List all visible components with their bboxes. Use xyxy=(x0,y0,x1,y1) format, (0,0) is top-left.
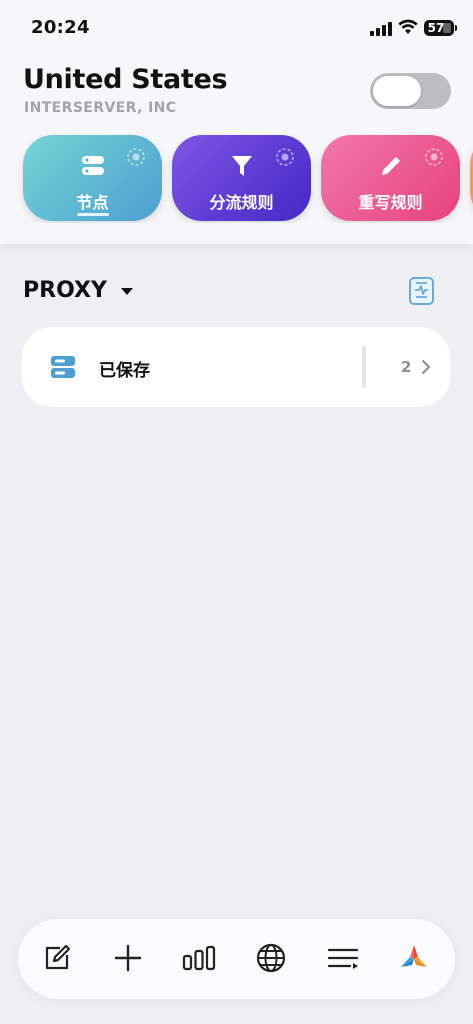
tab-label: 分流规则 xyxy=(209,193,274,212)
wifi-icon xyxy=(398,19,418,34)
tab-label: 节点 xyxy=(76,193,109,212)
app-logo-icon xyxy=(401,945,427,967)
status-dot-icon xyxy=(276,148,294,166)
globe-icon xyxy=(256,943,286,973)
add-button[interactable] xyxy=(111,941,145,975)
status-bar: 20:24 57 xyxy=(0,0,473,56)
battery-level: 57 xyxy=(427,21,445,35)
pencil-icon xyxy=(382,157,400,175)
tab-rewrite-rules[interactable]: 重写规则 xyxy=(321,135,460,221)
saved-list-item[interactable]: 已保存 2 xyxy=(22,327,450,407)
battery-icon: 57 xyxy=(424,20,454,36)
stats-icon xyxy=(182,945,216,971)
stats-button[interactable] xyxy=(182,941,216,975)
app-logo-button[interactable] xyxy=(397,941,431,975)
server-icon xyxy=(82,156,104,175)
list-icon xyxy=(327,948,359,969)
log-icon[interactable] xyxy=(408,276,435,306)
divider xyxy=(362,346,366,388)
tab-nodes[interactable]: 节点 xyxy=(23,135,162,221)
mode-tabs: 节点 分流规则 重写规则 xyxy=(0,133,473,223)
status-dot-icon xyxy=(425,148,443,166)
cellular-signal-icon xyxy=(370,22,392,36)
status-dot-icon xyxy=(127,148,145,166)
globe-button[interactable] xyxy=(254,941,288,975)
caret-down-icon[interactable] xyxy=(120,287,134,296)
chevron-right-icon xyxy=(422,360,430,374)
location-title: United States xyxy=(23,64,228,95)
list-item-count: 2 xyxy=(401,358,412,376)
list-item-label: 已保存 xyxy=(99,361,150,381)
add-icon xyxy=(114,944,142,972)
server-icon xyxy=(51,356,75,378)
policy-group-title[interactable]: PROXY xyxy=(23,278,107,303)
toggle-knob xyxy=(373,76,421,106)
filter-icon xyxy=(232,156,252,176)
tab-routing-rules[interactable]: 分流规则 xyxy=(172,135,311,221)
battery-tip xyxy=(455,25,457,31)
status-time: 20:24 xyxy=(31,17,90,38)
tab-label: 重写规则 xyxy=(358,193,423,212)
selected-indicator xyxy=(77,213,109,216)
edit-button[interactable] xyxy=(40,941,74,975)
top-panel: 20:24 57 United States INTERSERVER, INC xyxy=(0,0,473,244)
proxy-toggle[interactable] xyxy=(370,73,451,109)
list-button[interactable] xyxy=(326,941,360,975)
provider-subtitle: INTERSERVER, INC xyxy=(24,100,177,116)
bottom-toolbar xyxy=(18,919,455,999)
edit-icon xyxy=(45,944,71,970)
